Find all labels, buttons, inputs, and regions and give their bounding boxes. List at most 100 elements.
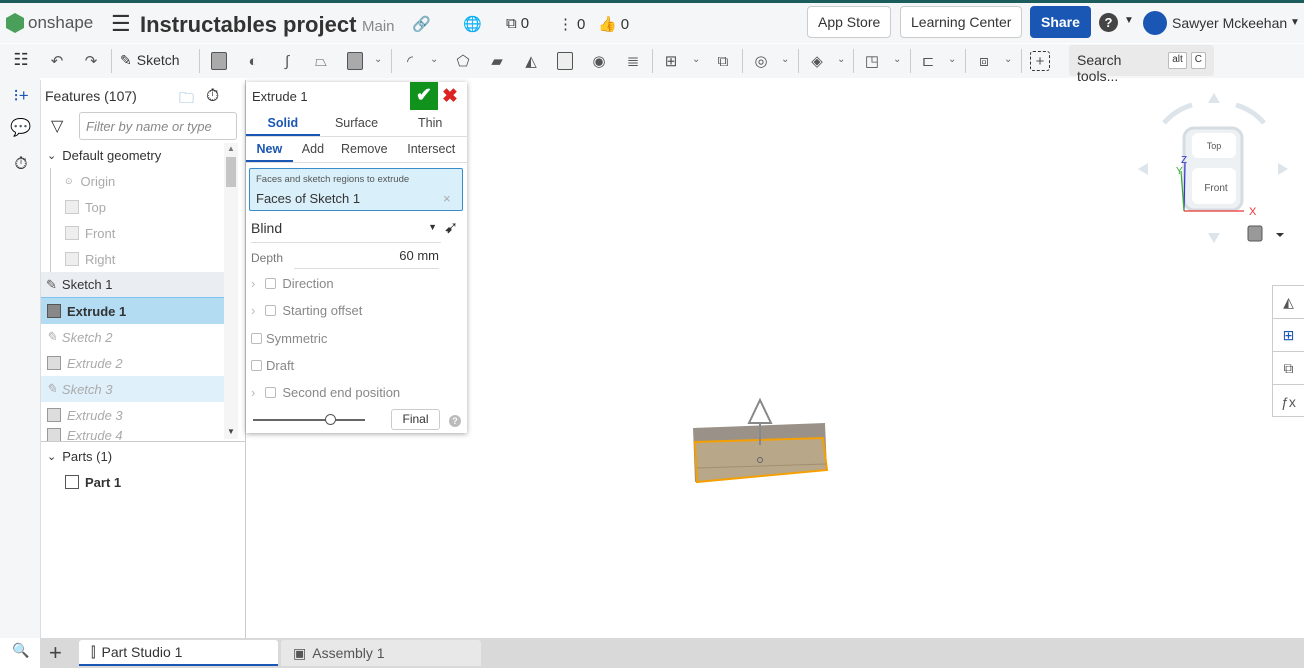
add-custom-feature-icon[interactable]: + xyxy=(1030,51,1050,71)
tab-thin[interactable]: Thin xyxy=(393,111,467,136)
chevron-down-icon[interactable]: ⌄ xyxy=(374,54,382,65)
branch-label[interactable]: Main xyxy=(362,18,395,35)
appearance-icon[interactable]: ◭ xyxy=(1273,286,1304,319)
rotate-left-icon[interactable] xyxy=(1138,163,1148,175)
tab-solid[interactable]: Solid xyxy=(246,111,320,136)
branches-button[interactable]: ⋮ 0 xyxy=(558,15,585,34)
symmetric-row[interactable]: Symmetric xyxy=(251,331,327,346)
transform-icon[interactable]: ◈ xyxy=(806,50,828,72)
preview-slider[interactable] xyxy=(253,414,365,425)
cancel-button[interactable]: ✖ xyxy=(442,85,458,108)
document-title[interactable]: Instructables project xyxy=(140,12,356,38)
list-item[interactable]: Extrude 2 xyxy=(41,350,224,376)
symmetric-checkbox[interactable] xyxy=(251,333,262,344)
part-item[interactable]: Part 1 xyxy=(41,469,224,495)
insert-mate-icon[interactable]: ⁝+ xyxy=(10,86,32,108)
rollback-timer-icon[interactable]: ⏱ xyxy=(206,86,219,106)
sketch-button[interactable]: ✎ Sketch xyxy=(120,52,180,69)
rotate-right-icon[interactable] xyxy=(1278,163,1288,175)
tab-intersect[interactable]: Intersect xyxy=(395,137,467,162)
list-item[interactable]: Front xyxy=(41,220,224,246)
tab-add[interactable]: Add xyxy=(293,137,333,162)
list-item[interactable]: ✎ Sketch 2 xyxy=(41,324,224,350)
accept-button[interactable]: ✔ xyxy=(410,82,438,110)
rib-icon[interactable]: ◭ xyxy=(520,50,542,72)
chamfer-icon[interactable]: ⬠ xyxy=(452,50,474,72)
variables-icon[interactable]: ⧉ xyxy=(1273,352,1304,385)
help-icon[interactable]: ? xyxy=(1099,13,1118,32)
surface-icon[interactable]: ⧈ xyxy=(973,50,995,72)
parts-group[interactable]: ⌄ Parts (1) xyxy=(41,443,224,469)
scrollbar-thumb[interactable] xyxy=(226,157,236,187)
configurations-icon[interactable]: ⊞ xyxy=(1273,319,1304,352)
direction-checkbox[interactable] xyxy=(265,278,277,289)
performance-icon[interactable]: ⏱ xyxy=(10,154,32,176)
list-item[interactable]: Top xyxy=(41,194,224,220)
chevron-down-icon[interactable]: ⌄ xyxy=(430,54,438,65)
tab-new[interactable]: New xyxy=(246,137,293,162)
draft-checkbox[interactable] xyxy=(251,360,262,371)
chevron-down-icon[interactable]: ⌄ xyxy=(781,54,789,65)
list-item[interactable]: ✎ Sketch 1 xyxy=(41,272,224,298)
slider-handle[interactable] xyxy=(325,414,337,425)
app-store-button[interactable]: App Store xyxy=(807,6,892,38)
list-item[interactable]: Extrude 3 xyxy=(41,402,224,428)
chevron-down-icon[interactable]: ⌄ xyxy=(1004,54,1012,65)
mirror-icon[interactable]: ⧉ xyxy=(712,50,734,72)
shell-icon[interactable] xyxy=(554,50,576,72)
new-folder-icon[interactable]: 🗀 xyxy=(179,88,194,113)
second-end-checkbox[interactable] xyxy=(265,387,277,398)
clear-icon[interactable]: × xyxy=(443,191,451,206)
tab-surface[interactable]: Surface xyxy=(320,111,394,136)
view-cube-menu-icon[interactable] xyxy=(1247,225,1263,242)
extrude-icon[interactable] xyxy=(208,50,230,72)
view-cube[interactable]: Top Front X Z Y xyxy=(1130,85,1304,255)
second-end-row[interactable]: › Second end position xyxy=(251,385,400,400)
end-type-select[interactable]: Blind ▼ xyxy=(251,220,441,243)
dropdown-arrow-icon[interactable] xyxy=(1276,233,1284,237)
list-item[interactable]: ⊙ Origin xyxy=(41,168,224,194)
learning-center-button[interactable]: Learning Center xyxy=(900,6,1023,38)
draft-icon[interactable]: ▰ xyxy=(486,50,508,72)
link-icon[interactable]: 🔗 xyxy=(412,15,431,33)
globe-icon[interactable]: 🌐 xyxy=(463,15,482,33)
redo-icon[interactable]: ↷ xyxy=(80,50,102,72)
rotate-up-icon[interactable] xyxy=(1208,93,1220,103)
user-name[interactable]: Sawyer Mckeehan xyxy=(1172,15,1287,31)
avatar[interactable] xyxy=(1143,11,1167,35)
scrollbar[interactable]: ▲ ▼ xyxy=(224,143,238,439)
help-icon[interactable]: ? xyxy=(449,415,461,427)
list-item[interactable]: Extrude 4 xyxy=(41,428,224,441)
add-tab-button[interactable]: + xyxy=(49,640,62,666)
starting-offset-checkbox[interactable] xyxy=(265,305,277,316)
scroll-up-icon[interactable]: ▲ xyxy=(227,144,235,153)
user-dropdown-icon[interactable]: ▼ xyxy=(1290,17,1300,28)
flip-direction-icon[interactable]: ➹ xyxy=(444,218,458,238)
scroll-down-icon[interactable]: ▼ xyxy=(227,427,235,436)
search-tools-input[interactable]: Search tools... alt C xyxy=(1069,45,1214,84)
chevron-down-icon[interactable]: ⌄ xyxy=(692,54,700,65)
tab-assembly[interactable]: ▣ Assembly 1 xyxy=(281,640,481,666)
list-item[interactable]: Extrude 1 xyxy=(41,298,224,324)
sheet-metal-icon[interactable]: ⊏ xyxy=(917,50,939,72)
chevron-down-icon[interactable]: ⌄ xyxy=(893,54,901,65)
filter-icon[interactable]: ▽ xyxy=(51,116,63,136)
help-dropdown-icon[interactable]: ▼ xyxy=(1124,15,1134,26)
custom-table-icon[interactable]: ƒx xyxy=(1273,385,1304,418)
loft-icon[interactable]: ⏢ xyxy=(310,50,332,72)
feature-list-icon[interactable]: ☷ xyxy=(10,50,32,72)
final-button[interactable]: Final xyxy=(391,409,440,430)
draft-row[interactable]: Draft xyxy=(251,358,294,373)
3d-part-model[interactable] xyxy=(680,390,840,490)
default-geometry-group[interactable]: ⌄ Default geometry xyxy=(41,142,224,168)
tab-remove[interactable]: Remove xyxy=(333,137,395,162)
rotate-down-icon[interactable] xyxy=(1208,233,1220,243)
depth-input[interactable]: 60 mm xyxy=(294,248,439,269)
comments-icon[interactable]: 💬 xyxy=(10,118,32,140)
onshape-logo[interactable]: onshape xyxy=(6,13,93,33)
boolean-icon[interactable]: ◎ xyxy=(750,50,772,72)
starting-offset-row[interactable]: › Starting offset xyxy=(251,303,362,318)
rotate-cw-icon[interactable] xyxy=(1235,102,1266,125)
chevron-down-icon[interactable]: ⌄ xyxy=(837,54,845,65)
search-parts-icon[interactable]: 🔍 xyxy=(10,642,32,664)
